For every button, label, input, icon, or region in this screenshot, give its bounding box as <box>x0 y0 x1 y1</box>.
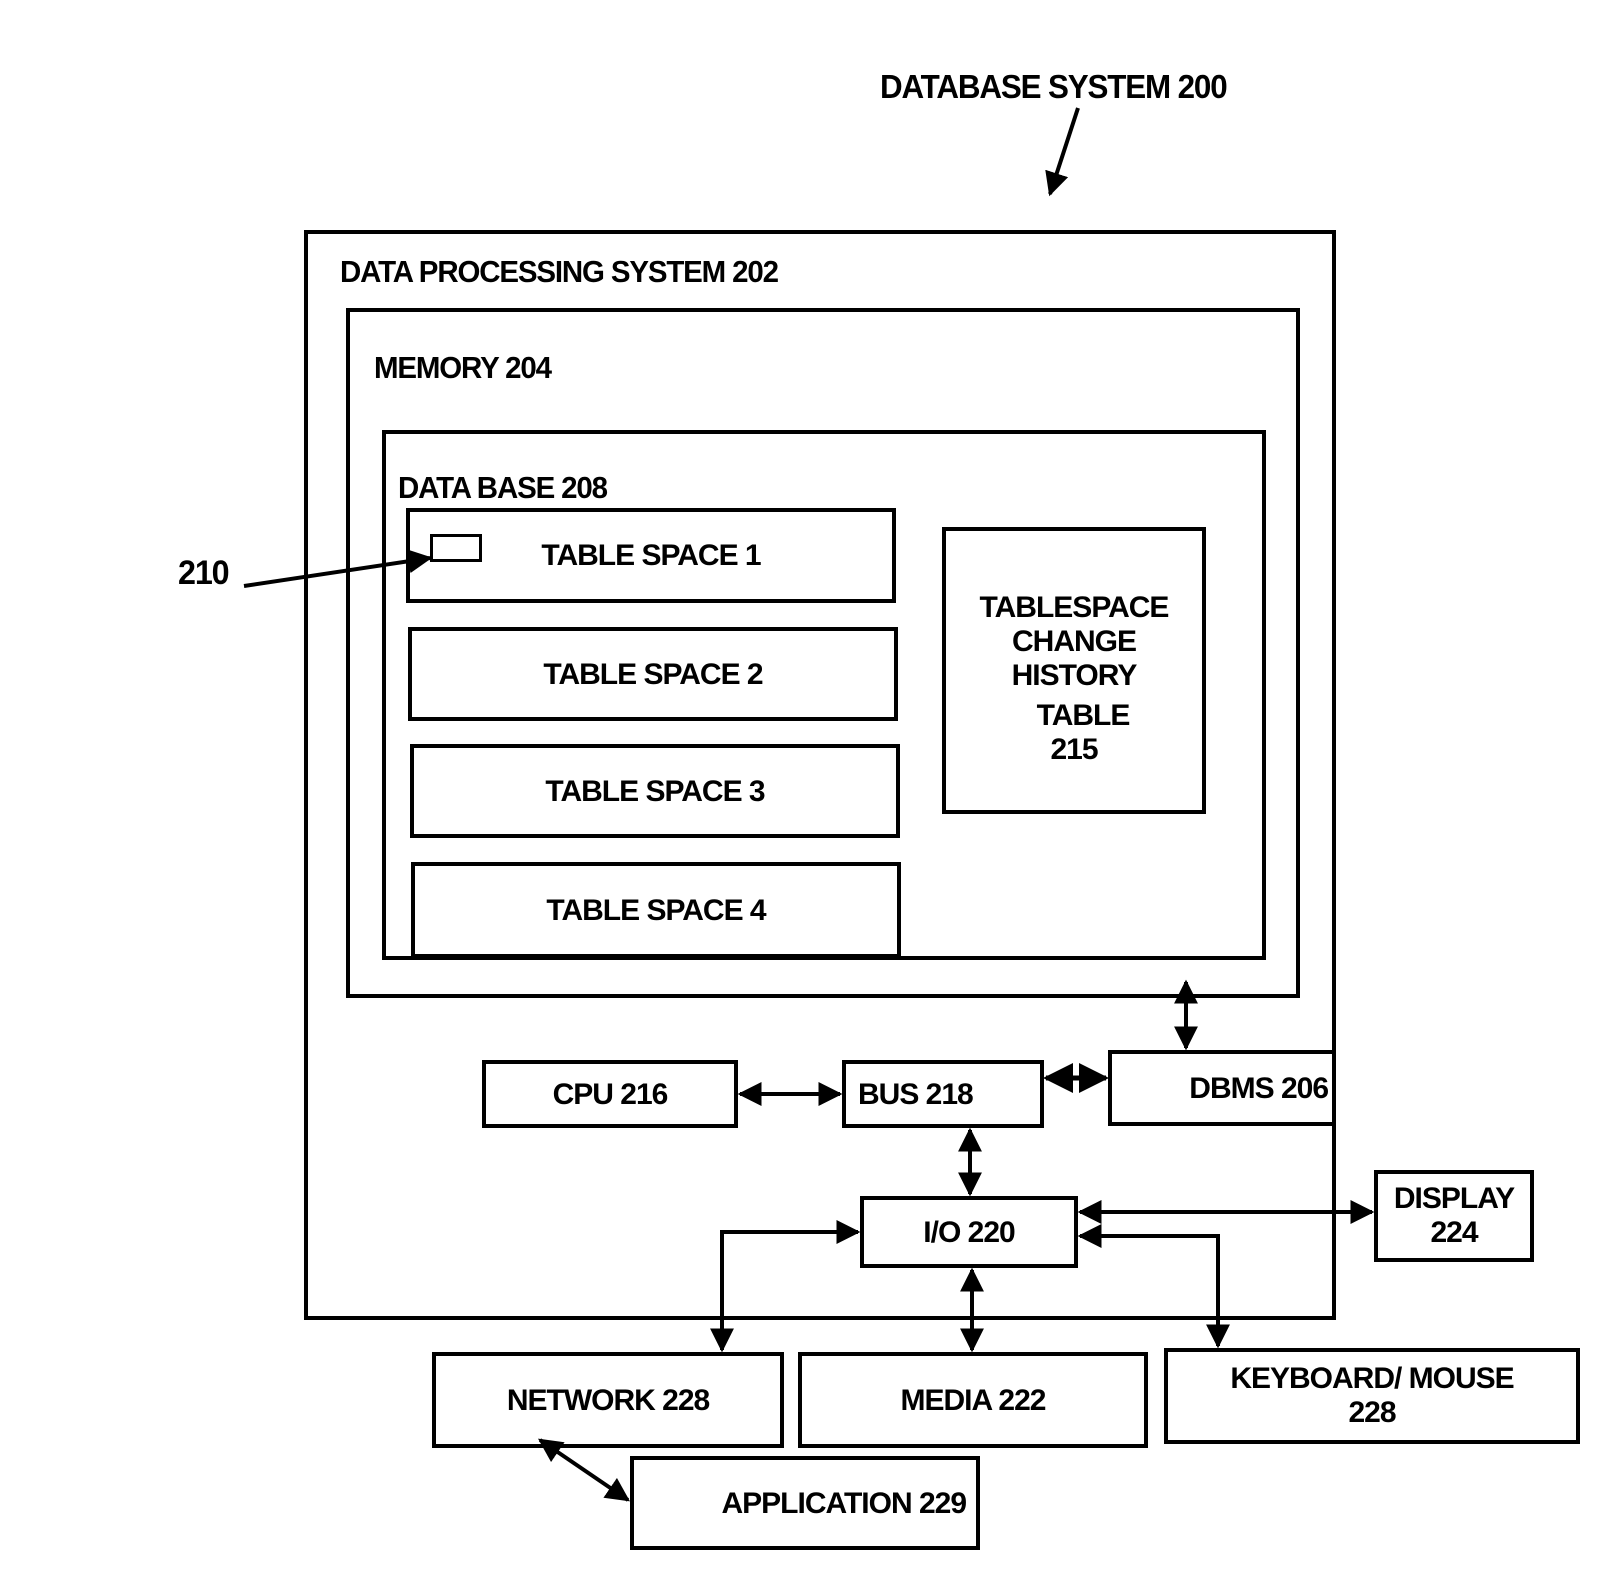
bus-box: BUS 218 <box>842 1060 1044 1128</box>
io-box: I/O 220 <box>860 1196 1078 1268</box>
table-space-4-label: TABLE SPACE 4 <box>546 893 766 927</box>
display-box: DISPLAY 224 <box>1374 1170 1534 1262</box>
cpu-box: CPU 216 <box>482 1060 738 1128</box>
table-space-3-label: TABLE SPACE 3 <box>545 774 765 808</box>
table-space-1-label: TABLE SPACE 1 <box>541 539 761 572</box>
keyboard-mouse-label-line2: 228 <box>1348 1396 1396 1429</box>
history-line-1: TABLESPACE <box>979 591 1170 624</box>
data-processing-system-label: DATA PROCESSING SYSTEM 202 <box>340 254 779 289</box>
history-line-4: TABLE <box>1036 699 1131 732</box>
memory-label: MEMORY 204 <box>374 350 552 385</box>
media-box: MEDIA 222 <box>798 1352 1148 1448</box>
network-box: NETWORK 228 <box>432 1352 784 1448</box>
database-label: DATA BASE 208 <box>398 470 608 505</box>
display-label-line2: 224 <box>1430 1216 1478 1249</box>
history-line-3: HISTORY <box>1011 659 1138 692</box>
network-label: NETWORK 228 <box>506 1383 710 1417</box>
table-space-2-label: TABLE SPACE 2 <box>543 657 763 691</box>
history-line-2: CHANGE <box>1011 625 1137 658</box>
table-space-4: TABLE SPACE 4 <box>411 862 901 958</box>
bus-label: BUS 218 <box>858 1077 974 1111</box>
keyboard-mouse-box: KEYBOARD/ MOUSE 228 <box>1164 1348 1580 1444</box>
media-label: MEDIA 222 <box>900 1383 1047 1417</box>
application-label: APPLICATION 229 <box>721 1486 967 1520</box>
application-box: APPLICATION 229 <box>630 1456 980 1550</box>
cpu-label: CPU 216 <box>552 1077 669 1111</box>
callout-210-label: 210 <box>178 554 230 592</box>
keyboard-mouse-label-line1: KEYBOARD/ MOUSE <box>1230 1362 1514 1395</box>
dbms-label: DBMS 206 <box>1189 1071 1329 1105</box>
network-application-arrow <box>538 1438 630 1502</box>
title-pointer-arrow <box>1045 107 1080 197</box>
dbms-box: DBMS 206 <box>1108 1050 1336 1126</box>
tablespace-change-history-table: TABLESPACE CHANGE HISTORY TABLE 215 <box>942 527 1206 814</box>
record-210 <box>430 534 482 562</box>
history-line-5: 215 <box>1050 733 1098 766</box>
table-space-2: TABLE SPACE 2 <box>408 627 898 721</box>
figure-title: DATABASE SYSTEM 200 <box>880 68 1228 105</box>
display-label-line1: DISPLAY <box>1393 1182 1515 1215</box>
table-space-3: TABLE SPACE 3 <box>410 744 900 838</box>
io-label: I/O 220 <box>923 1215 1015 1249</box>
